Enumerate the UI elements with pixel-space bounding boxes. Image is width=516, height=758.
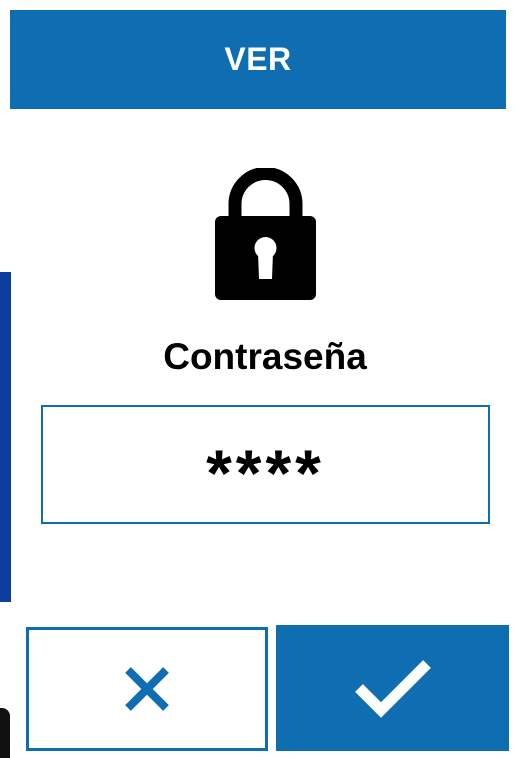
page-title: VER (224, 41, 292, 77)
cancel-button[interactable] (26, 627, 268, 751)
checkmark-icon (354, 660, 431, 718)
password-value: **** (206, 435, 325, 510)
left-edge-decoration (0, 272, 11, 602)
bottom-left-corner (0, 708, 10, 758)
confirm-button[interactable] (276, 625, 509, 751)
lock-icon (215, 168, 316, 300)
password-label: Contraseña (163, 336, 367, 377)
password-screen: VER Contraseña **** (0, 0, 516, 758)
header-bar: VER (10, 10, 506, 109)
close-icon (125, 667, 169, 711)
password-field[interactable]: **** (41, 405, 490, 524)
